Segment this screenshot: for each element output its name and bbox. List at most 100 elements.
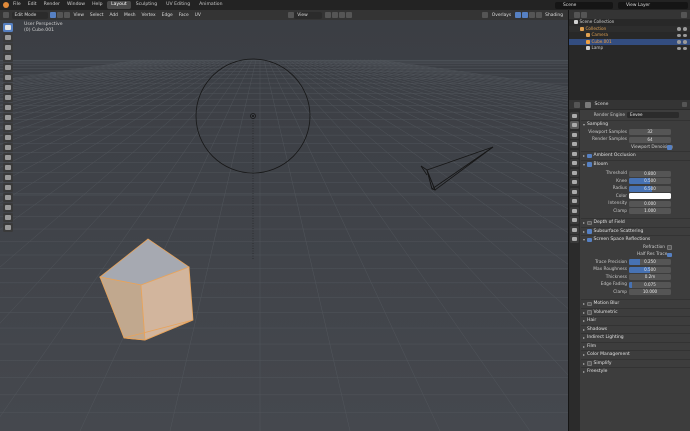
view-layer-selector[interactable]: View Layer xyxy=(618,1,688,9)
shading-dropdown[interactable]: Shading xyxy=(542,13,566,18)
inset-tool[interactable] xyxy=(3,123,13,132)
menu-face[interactable]: Face xyxy=(176,13,192,18)
ssr-panel-header[interactable]: ▾ Screen Space Reflections xyxy=(581,235,690,244)
camera-render-icon[interactable] xyxy=(683,40,687,44)
display-mode-icon[interactable] xyxy=(580,11,587,18)
eye-icon[interactable] xyxy=(677,40,681,44)
move-tool[interactable] xyxy=(3,43,13,52)
outliner-editor-icon[interactable] xyxy=(573,11,580,18)
collapsed-panel-header[interactable]: ▸ Freestyle xyxy=(581,367,690,376)
menu-select[interactable]: Select xyxy=(87,13,107,18)
render-samples-field[interactable]: 64 xyxy=(629,136,671,143)
menu-vertex[interactable]: Vertex xyxy=(139,13,159,18)
blender-logo-icon[interactable] xyxy=(3,2,9,8)
add-cube-tool[interactable] xyxy=(3,103,13,112)
property-field[interactable]: 1.000 xyxy=(629,208,671,215)
ambient-occlusion-checkbox[interactable] xyxy=(587,153,592,158)
outliner-item[interactable]: Camera xyxy=(569,32,690,39)
outliner-item[interactable]: Cube.001 xyxy=(569,38,690,46)
tab-material[interactable] xyxy=(570,225,579,234)
tab-physics[interactable] xyxy=(570,197,579,205)
filter-icon[interactable] xyxy=(681,11,687,18)
outliner-item[interactable]: Lamp xyxy=(569,45,690,52)
tab-sculpting[interactable]: Sculpting xyxy=(132,1,161,9)
pivot-icon[interactable] xyxy=(324,12,331,18)
subsurface-scattering-checkbox[interactable] xyxy=(587,229,592,234)
pin-icon[interactable] xyxy=(682,102,687,107)
face-select-icon[interactable] xyxy=(64,12,70,18)
tab-constraints[interactable] xyxy=(570,206,579,215)
poly-build-tool[interactable] xyxy=(3,163,13,172)
tab-view-layer[interactable] xyxy=(570,140,579,148)
transform-orientation-icon[interactable] xyxy=(287,12,294,18)
edge-select-icon[interactable] xyxy=(57,12,63,18)
overlays-dropdown[interactable]: Overlays xyxy=(489,13,514,18)
tab-layout[interactable]: Layout xyxy=(107,1,131,9)
camera-render-icon[interactable] xyxy=(683,46,687,51)
tab-texture[interactable] xyxy=(570,235,579,243)
scale-tool[interactable] xyxy=(3,63,13,72)
rendered-shading-icon[interactable] xyxy=(535,12,542,18)
panel-checkbox[interactable] xyxy=(587,361,592,366)
overlays-toggle-icon[interactable] xyxy=(482,12,489,18)
render-engine-dropdown[interactable]: Eevee xyxy=(627,112,679,118)
proportional-falloff-icon[interactable] xyxy=(345,12,352,18)
collapsed-panel-header[interactable]: ▸ Color Management xyxy=(581,350,690,359)
collapsed-panel-header[interactable]: ▸ Hair xyxy=(581,316,690,325)
depth-of-field-checkbox[interactable] xyxy=(587,220,592,225)
measure-tool[interactable] xyxy=(3,93,13,102)
subsurface-scattering-panel-header[interactable]: ▸ Subsurface Scattering xyxy=(581,226,690,236)
knife-tool[interactable] xyxy=(3,153,13,162)
outliner-item[interactable]: Collection xyxy=(569,25,690,33)
bloom-checkbox[interactable] xyxy=(587,162,592,167)
property-field[interactable]: 6.500 xyxy=(629,185,671,192)
collapsed-panel-header[interactable]: ▸ Shadows xyxy=(581,324,690,334)
collapsed-panel-header[interactable]: ▸ Film xyxy=(581,341,690,351)
snap-icon[interactable] xyxy=(331,12,338,18)
xray-icon[interactable] xyxy=(514,12,521,18)
bevel-tool[interactable] xyxy=(3,133,13,142)
camera-render-icon[interactable] xyxy=(683,27,687,31)
viewport-samples-field[interactable]: 32 xyxy=(629,129,671,136)
tab-output[interactable] xyxy=(570,130,579,139)
tab-particles[interactable] xyxy=(570,187,579,196)
tab-object[interactable] xyxy=(570,168,579,177)
rotate-tool[interactable] xyxy=(3,53,13,62)
sampling-panel-header[interactable]: ▾ Sampling xyxy=(581,120,690,129)
edge-slide-tool[interactable] xyxy=(3,193,13,202)
tab-render[interactable] xyxy=(570,121,579,129)
tab-scene[interactable] xyxy=(570,149,579,158)
transform-tool[interactable] xyxy=(3,73,13,82)
select-box-tool[interactable] xyxy=(3,23,13,32)
property-field[interactable]: 0.500 xyxy=(629,266,671,273)
property-field[interactable]: 0.2m xyxy=(629,274,671,281)
eye-icon[interactable] xyxy=(677,33,681,38)
tab-data[interactable] xyxy=(570,216,579,224)
tab-modifiers[interactable] xyxy=(570,178,579,186)
smooth-tool[interactable] xyxy=(3,183,13,192)
extrude-tool[interactable] xyxy=(3,113,13,122)
depth-of-field-panel-header[interactable]: ▸ Depth of Field xyxy=(581,218,690,227)
transform-orientation-dropdown[interactable]: View xyxy=(294,11,323,19)
property-field[interactable]: 10.000 xyxy=(629,289,671,296)
property-field[interactable]: 0.075 xyxy=(629,281,671,288)
property-field[interactable]: 0.000 xyxy=(629,200,671,207)
tab-uv-editing[interactable]: UV Editing xyxy=(162,1,194,9)
3d-viewport[interactable]: User Perspective (0) Cube.001 xyxy=(0,20,568,431)
collapsed-panel-header[interactable]: ▸ Motion Blur xyxy=(581,299,690,308)
viewport-denoising-checkbox[interactable] xyxy=(667,145,672,150)
menu-help[interactable]: Help xyxy=(89,0,106,10)
solid-shading-icon[interactable] xyxy=(521,12,528,18)
spin-tool[interactable] xyxy=(3,173,13,182)
property-field[interactable]: 0.800 xyxy=(629,170,671,177)
annotate-tool[interactable] xyxy=(3,83,13,92)
menu-uv[interactable]: UV xyxy=(192,13,204,18)
ssr-checkbox[interactable] xyxy=(587,237,592,242)
vertex-select-icon[interactable] xyxy=(50,12,56,18)
eye-icon[interactable] xyxy=(677,27,681,31)
refraction-checkbox[interactable] xyxy=(667,245,672,250)
property-field[interactable]: 0.250 xyxy=(629,259,671,266)
menu-mesh[interactable]: Mesh xyxy=(121,13,139,18)
editor-type-icon[interactable] xyxy=(3,12,9,18)
menu-render[interactable]: Render xyxy=(40,0,63,10)
